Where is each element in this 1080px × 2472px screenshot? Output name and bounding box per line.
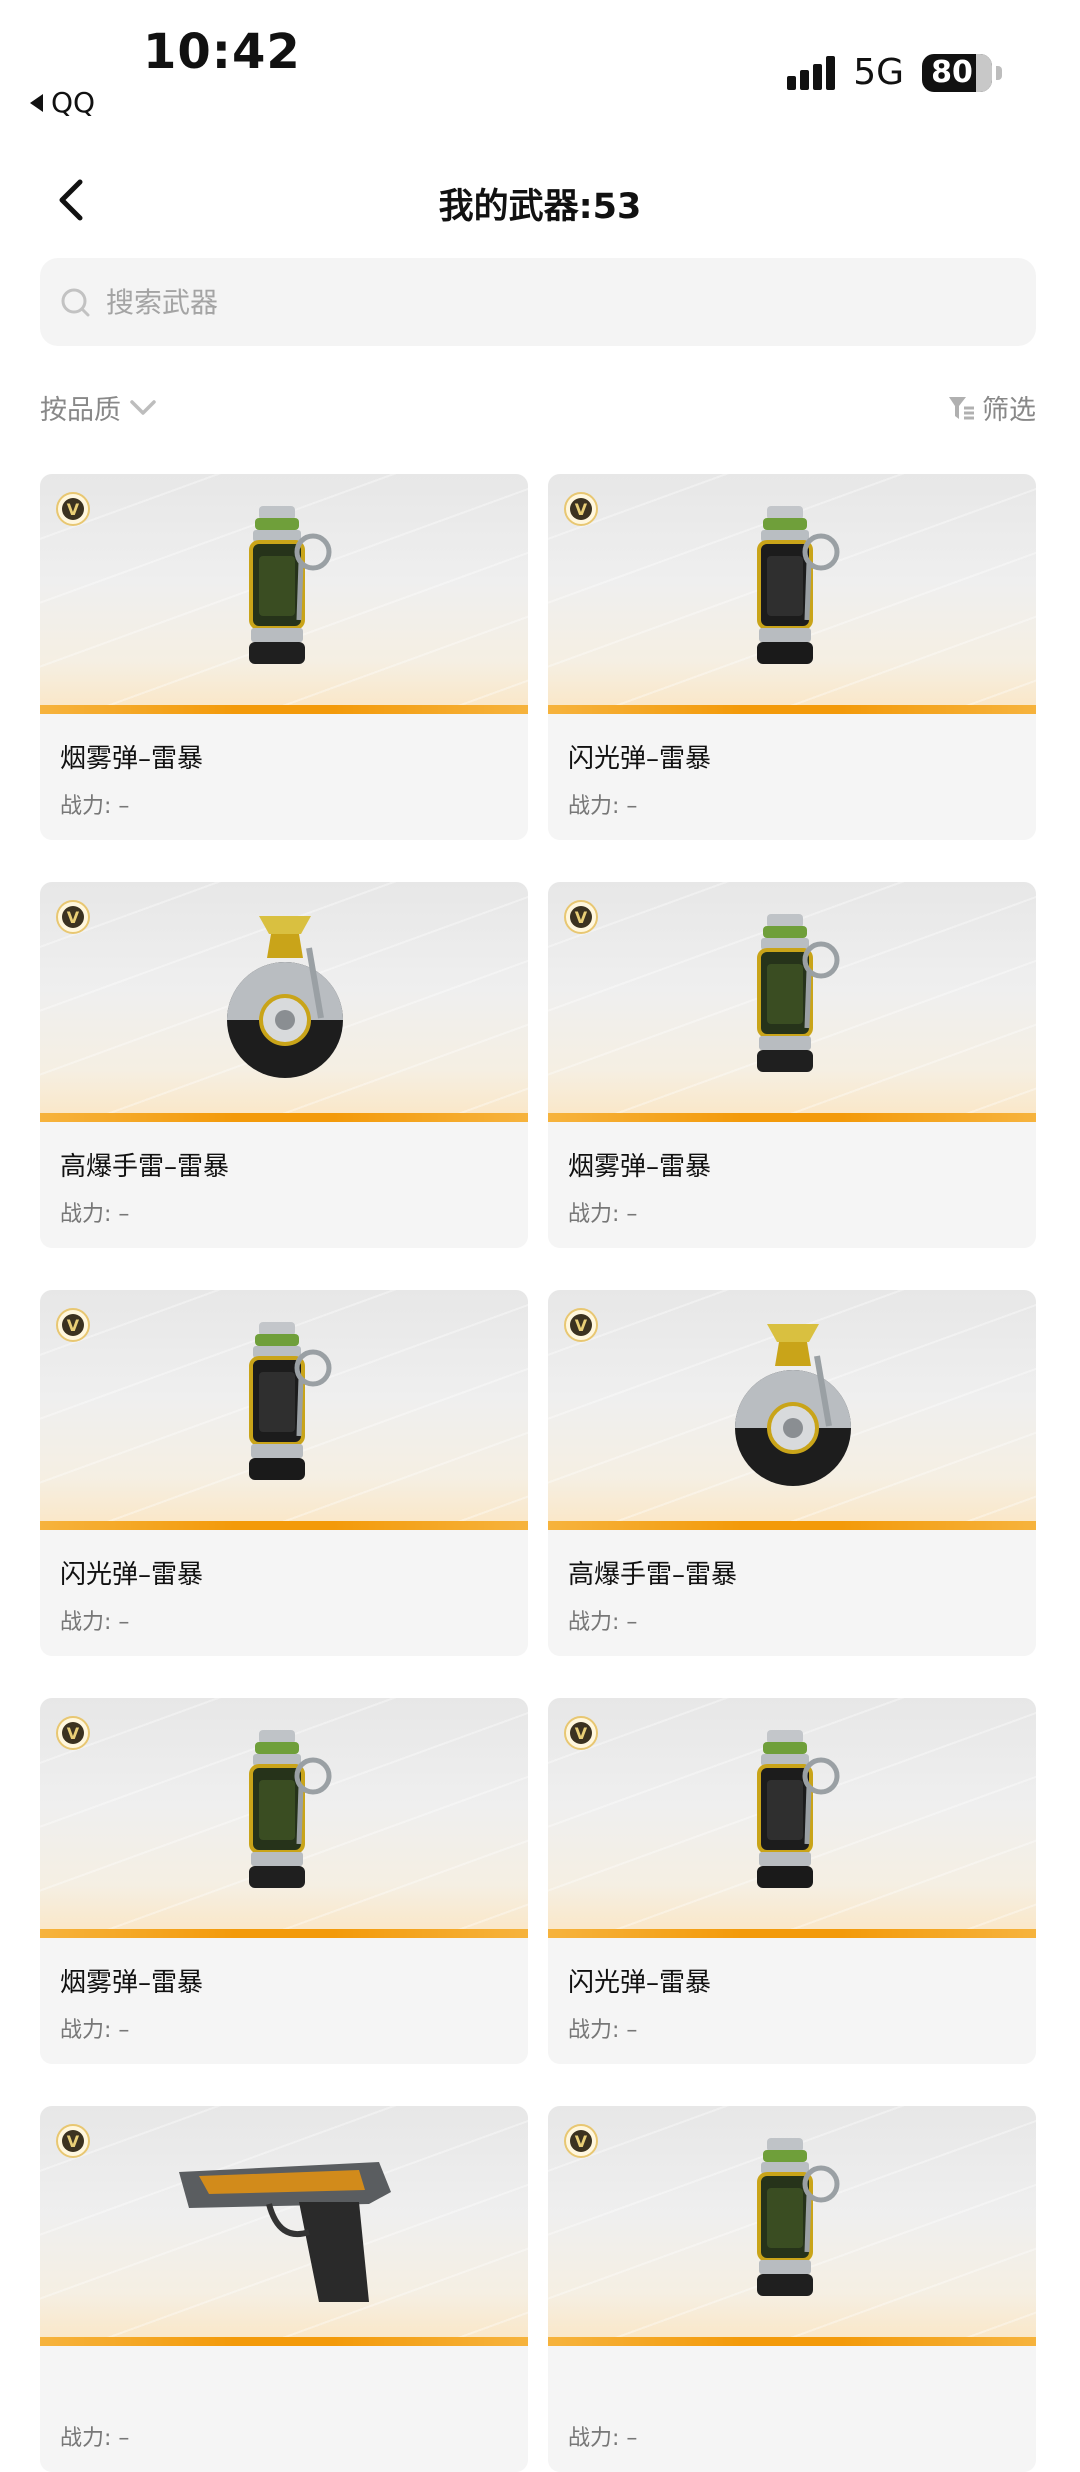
v-badge-icon: V bbox=[564, 492, 598, 526]
weapon-name: 闪光弹–雷暴 bbox=[568, 744, 712, 774]
weapon-power: 战力: – bbox=[568, 1610, 638, 1635]
weapon-power: 战力: – bbox=[60, 1202, 130, 1227]
v-badge-icon: V bbox=[56, 492, 90, 526]
quality-bar bbox=[40, 705, 528, 714]
weapon-name: 闪光弹–雷暴 bbox=[568, 1968, 712, 1998]
weapon-name: 高爆手雷–雷暴 bbox=[60, 1152, 230, 1182]
weapon-thumbnail: V bbox=[40, 1290, 528, 1530]
flash-grenade-icon bbox=[229, 1316, 339, 1500]
weapon-grid: V 烟雾弹–雷暴 战力: – V 闪光弹–雷暴 战力: – V 高爆手雷–雷暴 … bbox=[40, 474, 1036, 2472]
sort-label: 按品质 bbox=[40, 395, 121, 426]
weapon-thumbnail: V bbox=[548, 1698, 1036, 1938]
weapon-thumbnail: V bbox=[548, 2106, 1036, 2346]
back-to-app-link[interactable]: QQ bbox=[30, 86, 95, 119]
weapon-thumbnail: V bbox=[40, 474, 528, 714]
filter-label: 筛选 bbox=[982, 395, 1036, 426]
v-badge-icon: V bbox=[56, 900, 90, 934]
frag-grenade-icon bbox=[219, 908, 349, 1092]
weapon-card-8[interactable]: V 闪光弹–雷暴 战力: – bbox=[548, 1698, 1036, 2064]
status-indicators: 5G 80 bbox=[787, 52, 1002, 93]
weapon-name: 烟雾弹–雷暴 bbox=[568, 1152, 712, 1182]
weapon-name: 高爆手雷–雷暴 bbox=[568, 1560, 738, 1590]
weapon-thumbnail: V bbox=[548, 474, 1036, 714]
weapon-power: 战力: – bbox=[568, 2018, 638, 2043]
smoke-grenade-icon bbox=[737, 2132, 847, 2316]
back-triangle-icon bbox=[30, 93, 43, 112]
weapon-card-9[interactable]: V 战力: – bbox=[40, 2106, 528, 2472]
filter-button[interactable]: 筛选 bbox=[946, 388, 1036, 427]
weapon-power: 战力: – bbox=[568, 794, 638, 819]
flash-grenade-icon bbox=[737, 1724, 847, 1908]
quality-bar bbox=[548, 1929, 1036, 1938]
weapon-thumbnail: V bbox=[40, 1698, 528, 1938]
v-badge-icon: V bbox=[564, 1716, 598, 1750]
smoke-grenade-icon bbox=[737, 908, 847, 1092]
search-icon bbox=[61, 288, 90, 317]
weapon-thumbnail: V bbox=[40, 2106, 528, 2346]
chevron-down-icon bbox=[130, 399, 156, 415]
v-badge-icon: V bbox=[56, 1716, 90, 1750]
weapon-card-3[interactable]: V 高爆手雷–雷暴 战力: – bbox=[40, 882, 528, 1248]
weapon-name: 烟雾弹–雷暴 bbox=[60, 1968, 204, 1998]
weapon-card-5[interactable]: V 闪光弹–雷暴 战力: – bbox=[40, 1290, 528, 1656]
back-app-label: QQ bbox=[51, 86, 96, 119]
flash-grenade-icon bbox=[737, 500, 847, 684]
battery-icon: 80 bbox=[922, 53, 1002, 92]
v-badge-icon: V bbox=[564, 2124, 598, 2158]
status-time: 10:42 bbox=[143, 24, 301, 80]
quality-bar bbox=[40, 1113, 528, 1122]
weapon-name: 闪光弹–雷暴 bbox=[60, 1560, 204, 1590]
weapon-card-2[interactable]: V 闪光弹–雷暴 战力: – bbox=[548, 474, 1036, 840]
v-badge-icon: V bbox=[564, 900, 598, 934]
filter-icon bbox=[949, 396, 974, 419]
weapon-card-7[interactable]: V 烟雾弹–雷暴 战力: – bbox=[40, 1698, 528, 2064]
weapon-thumbnail: V bbox=[40, 882, 528, 1122]
quality-bar bbox=[40, 1521, 528, 1530]
smoke-grenade-icon bbox=[229, 1724, 339, 1908]
battery-level: 80 bbox=[931, 55, 973, 90]
weapon-power: 战力: – bbox=[60, 2018, 130, 2043]
v-badge-icon: V bbox=[56, 2124, 90, 2158]
v-badge-icon: V bbox=[56, 1308, 90, 1342]
quality-bar bbox=[40, 2337, 528, 2346]
weapon-card-4[interactable]: V 烟雾弹–雷暴 战力: – bbox=[548, 882, 1036, 1248]
weapon-power: 战力: – bbox=[60, 1610, 130, 1635]
quality-bar bbox=[548, 2337, 1036, 2346]
network-type: 5G bbox=[853, 52, 904, 93]
page-title: 我的武器:53 bbox=[438, 187, 642, 227]
smoke-grenade-icon bbox=[229, 500, 339, 684]
pistol-icon bbox=[169, 2132, 399, 2316]
quality-bar bbox=[548, 705, 1036, 714]
weapon-card-6[interactable]: V 高爆手雷–雷暴 战力: – bbox=[548, 1290, 1036, 1656]
weapon-thumbnail: V bbox=[548, 882, 1036, 1122]
search-input[interactable] bbox=[104, 284, 958, 320]
quality-bar bbox=[548, 1521, 1036, 1530]
v-badge-icon: V bbox=[564, 1308, 598, 1342]
quality-bar bbox=[548, 1113, 1036, 1122]
weapon-power: 战力: – bbox=[568, 2426, 638, 2451]
weapon-power: 战力: – bbox=[60, 794, 130, 819]
search-bar[interactable] bbox=[40, 258, 1036, 346]
weapon-card-1[interactable]: V 烟雾弹–雷暴 战力: – bbox=[40, 474, 528, 840]
frag-grenade-icon bbox=[727, 1316, 857, 1500]
weapon-name: 烟雾弹–雷暴 bbox=[60, 744, 204, 774]
weapon-power: 战力: – bbox=[60, 2426, 130, 2451]
quality-bar bbox=[40, 1929, 528, 1938]
weapon-thumbnail: V bbox=[548, 1290, 1036, 1530]
weapon-power: 战力: – bbox=[568, 1202, 638, 1227]
weapon-card-10[interactable]: V 战力: – bbox=[548, 2106, 1036, 2472]
sort-dropdown[interactable]: 按品质 bbox=[40, 388, 157, 427]
signal-icon bbox=[787, 55, 836, 90]
